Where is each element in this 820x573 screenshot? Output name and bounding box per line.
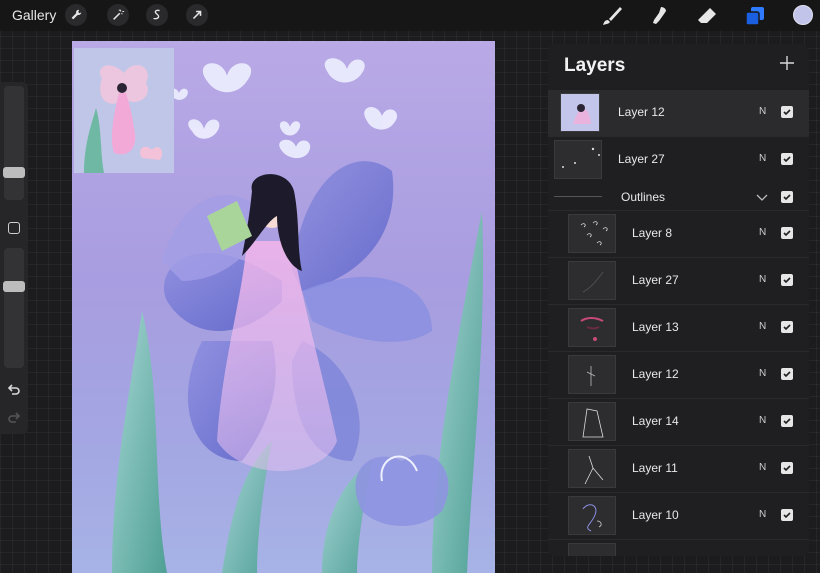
layer-visibility-checkbox[interactable] (781, 462, 793, 474)
reference-image[interactable] (74, 48, 174, 173)
blend-mode[interactable]: N (759, 321, 766, 332)
opacity-slider[interactable] (4, 248, 24, 368)
brush-icon[interactable] (600, 4, 624, 28)
layers-icon[interactable] (743, 4, 767, 28)
blend-mode[interactable]: N (759, 368, 766, 379)
layers-panel-title: Layers (564, 55, 626, 76)
layers-panel: Layers Layer 12 N Layer 27 N Outlines La… (548, 44, 809, 556)
layer-thumbnail (554, 140, 602, 179)
blend-mode[interactable]: N (759, 415, 766, 426)
smudge-icon[interactable] (648, 4, 672, 28)
layer-name: Layer 13 (632, 320, 679, 334)
layer-thumbnail (568, 449, 616, 488)
layer-thumbnail (568, 496, 616, 535)
modify-button[interactable] (8, 222, 20, 234)
layer-thumbnail (568, 355, 616, 394)
layer-name: Layer 27 (618, 152, 665, 166)
blend-mode[interactable]: N (759, 227, 766, 238)
layer-row-layer-14[interactable]: Layer 14 N (548, 398, 809, 444)
chevron-down-icon[interactable] (756, 191, 768, 203)
layer-row-layer-27[interactable]: Layer 27 N (548, 257, 809, 303)
magic-wand-icon[interactable] (107, 4, 129, 26)
color-picker-swatch[interactable] (793, 5, 813, 25)
opacity-thumb[interactable] (3, 281, 25, 292)
group-name: Outlines (621, 190, 666, 204)
layer-thumbnail (568, 308, 616, 347)
layer-visibility-checkbox[interactable] (781, 227, 793, 239)
layer-row-layer-13[interactable]: Layer 13 N (548, 304, 809, 350)
layer-name: Layer 27 (632, 273, 679, 287)
transform-arrow-icon[interactable] (186, 4, 208, 26)
gallery-button[interactable]: Gallery (12, 7, 56, 23)
layer-visibility-checkbox[interactable] (781, 274, 793, 286)
brush-size-slider[interactable] (4, 86, 24, 200)
blend-mode[interactable]: N (759, 274, 766, 285)
layer-row-partial[interactable] (548, 539, 809, 556)
layer-group-outlines[interactable]: Outlines (548, 184, 809, 210)
layer-visibility-checkbox[interactable] (781, 106, 793, 118)
eraser-icon[interactable] (695, 4, 719, 28)
layer-visibility-checkbox[interactable] (781, 368, 793, 380)
layer-visibility-checkbox[interactable] (781, 321, 793, 333)
undo-icon[interactable] (6, 382, 22, 398)
blend-mode[interactable]: N (759, 509, 766, 520)
blend-mode[interactable]: N (759, 462, 766, 473)
layer-thumbnail (568, 543, 616, 556)
layer-row-layer-12-top[interactable]: Layer 12 N (548, 90, 809, 136)
layer-thumbnail (568, 402, 616, 441)
layer-row-layer-11[interactable]: Layer 11 N (548, 445, 809, 491)
redo-icon[interactable] (6, 410, 22, 426)
brush-size-thumb[interactable] (3, 166, 25, 178)
layer-row-layer-8[interactable]: Layer 8 N (548, 210, 809, 256)
layer-name: Layer 8 (632, 226, 673, 240)
left-sidebar (0, 82, 28, 434)
add-layer-icon[interactable] (779, 55, 795, 71)
top-toolbar: Gallery (0, 0, 820, 31)
layer-row-layer-12[interactable]: Layer 12 N (548, 351, 809, 397)
layer-name: Layer 11 (632, 461, 678, 475)
blend-mode[interactable]: N (759, 153, 766, 164)
layer-name: Layer 12 (632, 367, 679, 381)
layer-row-layer-27-top[interactable]: Layer 27 N (548, 136, 809, 182)
layer-name: Layer 14 (632, 414, 679, 428)
wrench-icon[interactable] (65, 4, 87, 26)
group-divider (554, 196, 602, 197)
layer-visibility-checkbox[interactable] (781, 509, 793, 521)
selection-icon[interactable] (146, 4, 168, 26)
layer-name: Layer 10 (632, 508, 679, 522)
blend-mode[interactable]: N (759, 106, 766, 117)
layer-name: Layer 12 (618, 105, 665, 119)
layer-thumbnail (568, 214, 616, 253)
layer-visibility-checkbox[interactable] (781, 153, 793, 165)
layer-row-layer-10[interactable]: Layer 10 N (548, 492, 809, 538)
layer-visibility-checkbox[interactable] (781, 415, 793, 427)
layer-thumbnail (568, 261, 616, 300)
layer-thumbnail (560, 93, 600, 132)
group-visibility-checkbox[interactable] (781, 191, 793, 203)
